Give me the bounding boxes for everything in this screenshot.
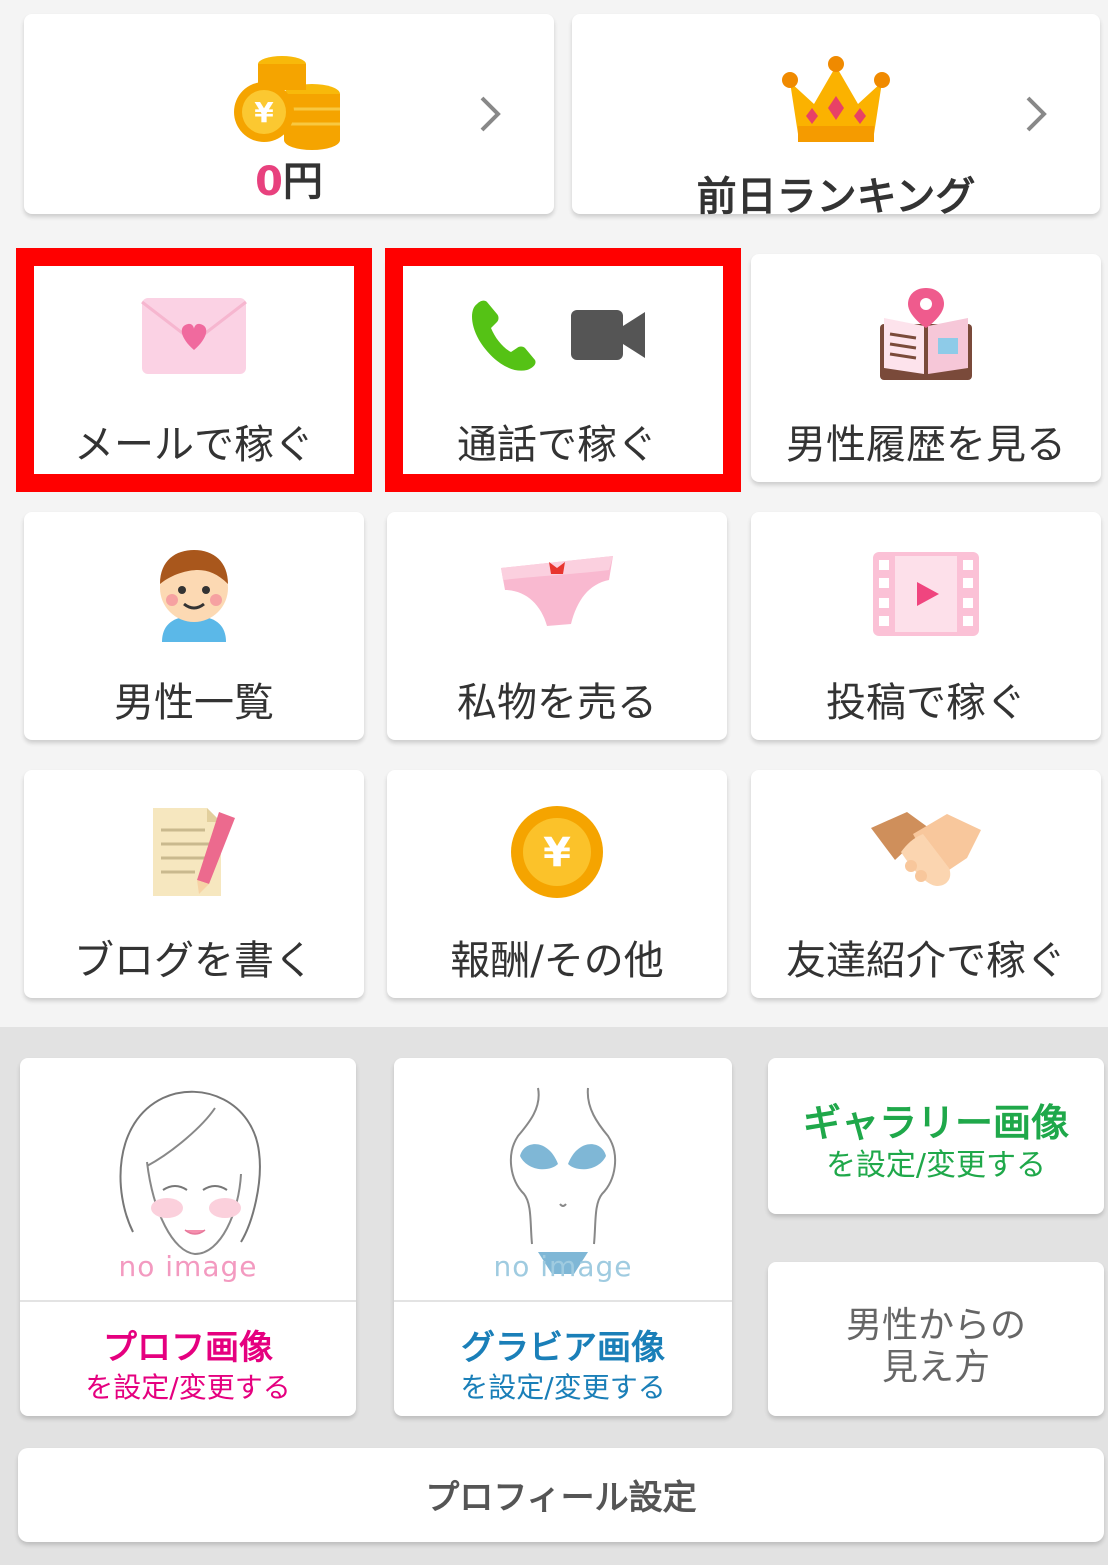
gallery-image-button[interactable]: ギャラリー画像 を設定/変更する [768, 1058, 1104, 1214]
post-earn-label: 投稿で稼ぐ [826, 680, 1026, 726]
chevron-right-icon [1026, 96, 1047, 132]
profile-settings-button[interactable]: プロフィール設定 [18, 1448, 1104, 1542]
document-pencil-icon [153, 808, 235, 896]
view-as-male-line2: 見え方 [881, 1347, 990, 1388]
mail-earn-label: メールで稼ぐ [74, 422, 314, 468]
blog-label: ブログを書く [74, 938, 314, 984]
view-as-male-button[interactable]: 男性からの 見え方 [768, 1262, 1104, 1416]
gallery-image-subtitle: を設定/変更する [825, 1148, 1047, 1183]
ranking-label: 前日ランキング [696, 174, 976, 220]
male-list-button[interactable]: 男性一覧 [24, 512, 364, 740]
call-earn-label: 通話で稼ぐ [457, 422, 657, 468]
handshake-icon [871, 812, 981, 886]
male-history-button[interactable]: 男性履歴を見る [751, 254, 1101, 482]
mail-earn-button[interactable]: メールで稼ぐ [24, 254, 364, 482]
woman-face-illustration [119, 1090, 261, 1256]
no-image-text: no image [118, 1250, 258, 1283]
phone-video-icon [472, 300, 645, 371]
earnings-card[interactable]: ¥ 0円 [24, 14, 554, 214]
crown-icon [782, 56, 890, 142]
gravure-image-button[interactable]: no image グラビア画像 を設定/変更する [394, 1058, 732, 1416]
blog-button[interactable]: ブログを書く [24, 770, 364, 998]
film-play-icon [873, 552, 979, 636]
sell-items-label: 私物を売る [457, 680, 657, 726]
reward-label: 報酬/その他 [450, 938, 664, 984]
yen-coin-icon: ¥ [511, 806, 603, 898]
gallery-image-title: ギャラリー画像 [802, 1101, 1069, 1145]
gravure-image-subtitle: を設定/変更する [460, 1371, 666, 1404]
friend-referral-button[interactable]: 友達紹介で稼ぐ [751, 770, 1101, 998]
profile-image-title: プロフ画像 [103, 1328, 273, 1368]
male-history-label: 男性履歴を見る [786, 422, 1066, 468]
gravure-image-title: グラビア画像 [461, 1328, 665, 1368]
coins-icon: ¥ [234, 56, 340, 150]
separator [20, 1300, 356, 1302]
no-image-text: no image [493, 1250, 633, 1283]
profile-settings-label: プロフィール設定 [425, 1478, 697, 1518]
map-book-icon [880, 288, 972, 380]
boy-face-icon [160, 550, 228, 642]
ranking-card[interactable]: 前日ランキング [572, 14, 1100, 220]
friend-referral-label: 友達紹介で稼ぐ [786, 938, 1066, 984]
male-list-label: 男性一覧 [114, 680, 274, 726]
earnings-amount: 0円 [255, 159, 323, 205]
envelope-heart-icon [141, 298, 247, 374]
reward-button[interactable]: ¥ 報酬/その他 [387, 770, 727, 998]
chevron-right-icon [480, 96, 501, 132]
profile-image-button[interactable]: no image プロフ画像 を設定/変更する [20, 1058, 356, 1416]
separator [394, 1300, 732, 1302]
svg-text:¥: ¥ [254, 96, 274, 129]
panties-icon [501, 556, 613, 626]
post-earn-button[interactable]: 投稿で稼ぐ [751, 512, 1101, 740]
profile-image-subtitle: を設定/変更する [85, 1371, 291, 1404]
svg-text:¥: ¥ [543, 830, 571, 876]
call-earn-button[interactable]: 通話で稼ぐ [387, 254, 727, 482]
sell-items-button[interactable]: 私物を売る [387, 512, 727, 740]
